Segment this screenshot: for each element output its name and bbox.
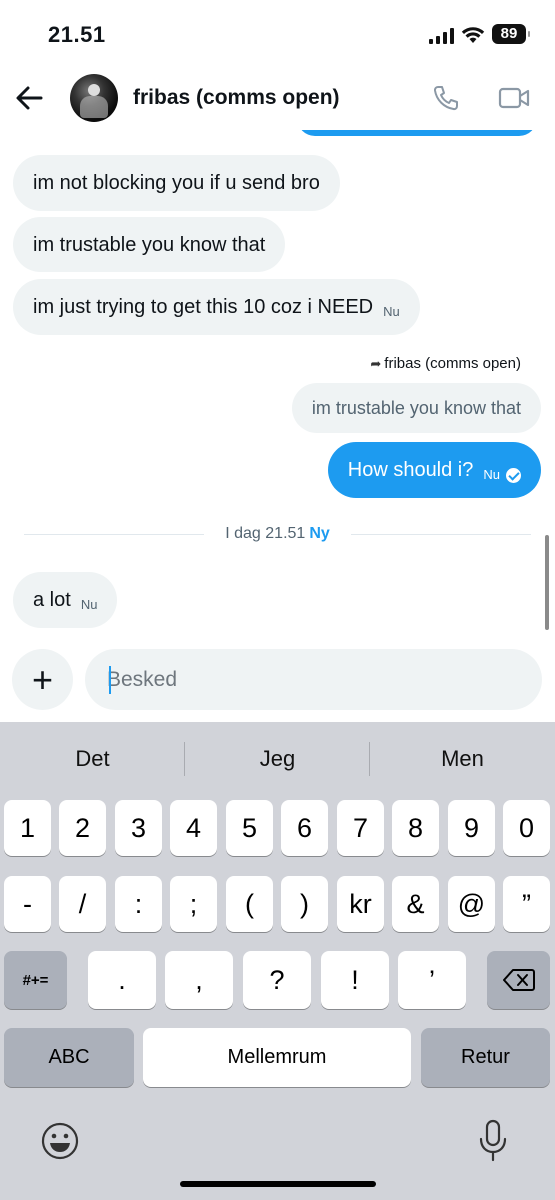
quoted-text: im trustable you know that xyxy=(311,397,521,418)
symbols-key[interactable]: #+= xyxy=(4,951,67,1009)
backspace-icon xyxy=(502,969,535,991)
key[interactable]: ? xyxy=(243,951,311,1009)
key[interactable]: 0 xyxy=(503,800,550,856)
key[interactable]: ” xyxy=(503,876,550,932)
message-timestamp: Nu xyxy=(383,304,400,319)
key[interactable]: ) xyxy=(281,876,328,932)
space-key[interactable]: Mellemrum xyxy=(143,1028,411,1087)
conversation-title[interactable]: fribas (comms open) xyxy=(133,86,340,110)
wifi-icon xyxy=(461,27,485,43)
received-message[interactable]: im just trying to get this 10 coz i NEED… xyxy=(13,279,420,335)
delete-key[interactable] xyxy=(487,951,550,1009)
key[interactable]: ; xyxy=(170,876,217,932)
emoji-icon[interactable] xyxy=(40,1121,80,1161)
message-text: im just trying to get this 10 coz i NEED xyxy=(33,296,374,318)
message-composer[interactable] xyxy=(85,649,542,710)
message-timestamp: Nu xyxy=(483,467,500,482)
text-caret xyxy=(109,666,111,694)
suggestion-item[interactable]: Men xyxy=(370,746,555,772)
predictive-bar: Det Jeg Men xyxy=(0,722,555,796)
key[interactable]: : xyxy=(115,876,162,932)
suggestion-item[interactable]: Det xyxy=(0,746,185,772)
key[interactable]: 1 xyxy=(4,800,51,856)
key[interactable]: & xyxy=(392,876,439,932)
return-key[interactable]: Retur xyxy=(421,1028,550,1087)
key[interactable]: - xyxy=(4,876,51,932)
date-divider: I dag 21.51 Ny xyxy=(24,524,531,544)
status-time: 21.51 xyxy=(48,22,106,47)
new-messages-badge: Ny xyxy=(309,525,330,542)
phone-call-icon[interactable] xyxy=(432,84,460,112)
abc-key[interactable]: ABC xyxy=(4,1028,134,1087)
message-text: How should i? xyxy=(347,459,474,481)
sent-message[interactable]: How should i? Nu xyxy=(327,442,541,498)
key[interactable]: 4 xyxy=(170,800,217,856)
key[interactable]: ( xyxy=(226,876,273,932)
quoted-message[interactable]: im trustable you know that xyxy=(291,383,541,433)
cellular-signal-icon xyxy=(429,28,454,44)
microphone-icon[interactable] xyxy=(478,1119,508,1163)
battery-icon: 89 xyxy=(492,24,530,44)
message-text: a lot xyxy=(33,589,71,611)
reply-arrow-icon: ➦ xyxy=(370,355,382,371)
key[interactable]: ! xyxy=(321,951,389,1009)
key[interactable]: @ xyxy=(448,876,495,932)
suggestion-item[interactable]: Jeg xyxy=(185,746,370,772)
video-call-icon[interactable] xyxy=(498,86,530,110)
key[interactable]: kr xyxy=(337,876,384,932)
key[interactable]: / xyxy=(59,876,106,932)
received-message[interactable]: im trustable you know that xyxy=(13,217,286,272)
key[interactable]: . xyxy=(88,951,156,1009)
scrollbar[interactable] xyxy=(545,535,549,630)
received-message[interactable]: im not blocking you if u send bro xyxy=(13,155,340,211)
add-media-button[interactable]: + xyxy=(12,649,73,710)
message-text: im trustable you know that xyxy=(33,233,266,256)
key[interactable]: 6 xyxy=(281,800,328,856)
key[interactable]: 5 xyxy=(226,800,273,856)
reply-context-label: ➦ fribas (comms open) xyxy=(370,355,521,372)
key[interactable]: ’ xyxy=(398,951,466,1009)
received-message[interactable]: a lot Nu xyxy=(13,572,118,628)
conversation-header: fribas (comms open) xyxy=(0,66,555,130)
status-bar: 21.51 89 xyxy=(0,0,555,66)
key[interactable]: 9 xyxy=(448,800,495,856)
message-timestamp: Nu xyxy=(80,597,98,612)
message-input[interactable] xyxy=(107,664,507,696)
key[interactable]: , xyxy=(165,951,233,1009)
divider-line xyxy=(351,534,531,535)
avatar[interactable] xyxy=(70,74,118,122)
back-arrow-icon[interactable] xyxy=(14,84,44,112)
key[interactable]: 2 xyxy=(59,800,106,856)
divider-date: I dag 21.51 xyxy=(225,525,306,542)
plus-icon: + xyxy=(31,658,54,700)
reply-to-name: fribas (comms open) xyxy=(384,355,521,372)
key[interactable]: 7 xyxy=(337,800,384,856)
home-indicator[interactable] xyxy=(180,1181,376,1187)
message-text: im not blocking you if u send bro xyxy=(33,172,320,194)
key[interactable]: 8 xyxy=(392,800,439,856)
read-check-icon xyxy=(506,467,521,483)
key[interactable]: 3 xyxy=(115,800,162,856)
